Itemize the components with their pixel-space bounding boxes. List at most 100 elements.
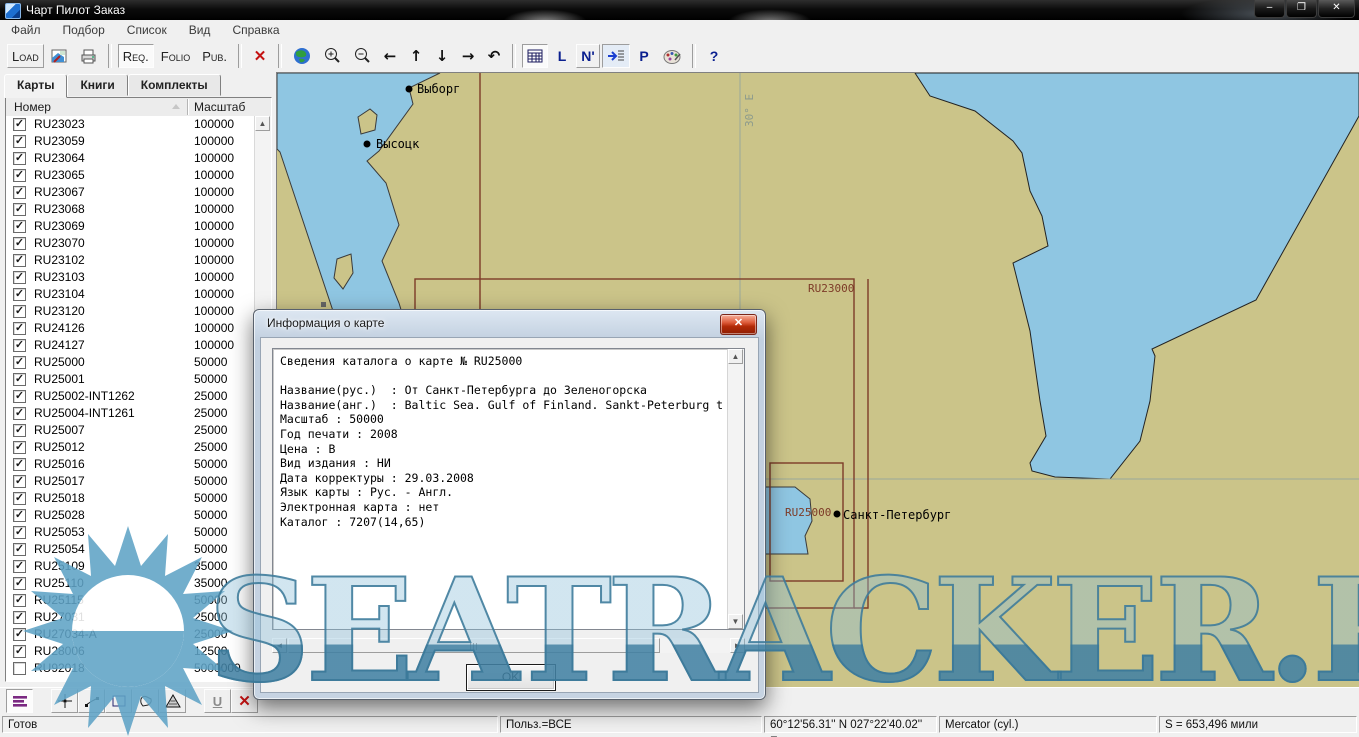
table-row[interactable]: ✓RU2800612500 — [6, 643, 255, 660]
clear-selection-button[interactable]: ✕ — [248, 44, 272, 68]
row-checkbox-checked[interactable]: ✓ — [13, 628, 26, 641]
table-row[interactable]: ✓RU2500150000 — [6, 371, 255, 388]
title-bar[interactable]: Чарт Пилот Заказ – ❐ ✕ — [0, 0, 1359, 20]
row-checkbox-checked[interactable]: ✓ — [13, 441, 26, 454]
table-row[interactable]: ✓RU2511550000 — [6, 592, 255, 609]
row-checkbox-checked[interactable]: ✓ — [13, 322, 26, 335]
row-checkbox-checked[interactable]: ✓ — [13, 543, 26, 556]
n-mode-button[interactable]: N' — [576, 44, 600, 68]
table-row[interactable]: ✓RU2500725000 — [6, 422, 255, 439]
tab-books[interactable]: Книги — [67, 74, 127, 96]
area-select-button[interactable] — [159, 689, 186, 713]
table-row[interactable]: ✓RU23059100000 — [6, 133, 255, 150]
row-checkbox-checked[interactable]: ✓ — [13, 356, 26, 369]
row-checkbox-checked[interactable]: ✓ — [13, 271, 26, 284]
table-row[interactable]: ✓RU2501750000 — [6, 473, 255, 490]
row-checkbox-checked[interactable]: ✓ — [13, 509, 26, 522]
undo-view-button[interactable]: ↶ — [482, 44, 506, 68]
grid-view-button[interactable] — [522, 44, 548, 68]
tab-sets[interactable]: Комплекты — [128, 74, 221, 96]
table-row[interactable]: ✓RU2500050000 — [6, 354, 255, 371]
folio-button[interactable]: Folio — [156, 44, 195, 68]
row-checkbox-checked[interactable]: ✓ — [13, 288, 26, 301]
hscroll-thumb[interactable] — [288, 638, 660, 653]
row-checkbox-checked[interactable]: ✓ — [13, 373, 26, 386]
world-view-button[interactable] — [288, 44, 316, 68]
table-row[interactable]: ✓RU23104100000 — [6, 286, 255, 303]
table-row[interactable]: ✓RU23069100000 — [6, 218, 255, 235]
row-checkbox-checked[interactable]: ✓ — [13, 220, 26, 233]
row-checkbox-unchecked[interactable] — [13, 662, 26, 675]
ok-button[interactable]: OK — [466, 664, 556, 691]
menu-list[interactable]: Список — [116, 23, 178, 37]
row-checkbox-checked[interactable]: ✓ — [13, 305, 26, 318]
p-mode-button[interactable]: P — [632, 44, 656, 68]
column-divider[interactable] — [187, 99, 188, 115]
dialog-close-button[interactable]: ✕ — [720, 314, 757, 335]
pub-button[interactable]: Pub. — [197, 44, 232, 68]
dialog-hscrollbar[interactable]: ◄ ► — [272, 638, 745, 653]
table-row[interactable]: ✓RU2502850000 — [6, 507, 255, 524]
table-row[interactable]: ✓RU24126100000 — [6, 320, 255, 337]
table-row[interactable]: ✓RU23067100000 — [6, 184, 255, 201]
row-checkbox-checked[interactable]: ✓ — [13, 118, 26, 131]
row-checkbox-checked[interactable]: ✓ — [13, 203, 26, 216]
column-scale[interactable]: Масштаб — [194, 100, 245, 114]
row-checkbox-checked[interactable]: ✓ — [13, 424, 26, 437]
table-header[interactable]: Номер Масштаб — [6, 98, 271, 117]
row-checkbox-checked[interactable]: ✓ — [13, 492, 26, 505]
close-button[interactable]: ✕ — [1318, 0, 1355, 18]
pan-right-button[interactable]: → — [456, 44, 480, 68]
open-chart-button[interactable] — [46, 44, 73, 68]
row-checkbox-checked[interactable]: ✓ — [13, 577, 26, 590]
palette-button[interactable] — [658, 44, 686, 68]
menu-view[interactable]: Вид — [178, 23, 222, 37]
table-row[interactable]: ✓RU25004-INT126125000 — [6, 405, 255, 422]
table-row[interactable]: ✓RU27034-A25000 — [6, 626, 255, 643]
row-checkbox-checked[interactable]: ✓ — [13, 390, 26, 403]
table-row[interactable]: RU920185000000 — [6, 660, 255, 677]
row-checkbox-checked[interactable]: ✓ — [13, 407, 26, 420]
layers-button[interactable] — [6, 689, 33, 713]
menu-selection[interactable]: Подбор — [52, 23, 116, 37]
table-row[interactable]: ✓RU25002-INT126225000 — [6, 388, 255, 405]
line-select-button[interactable] — [78, 689, 105, 713]
row-checkbox-checked[interactable]: ✓ — [13, 169, 26, 182]
menu-help[interactable]: Справка — [221, 23, 290, 37]
column-number[interactable]: Номер — [14, 100, 51, 114]
zoom-out-button[interactable] — [348, 44, 376, 68]
table-row[interactable]: ✓RU2510935000 — [6, 558, 255, 575]
row-checkbox-checked[interactable]: ✓ — [13, 458, 26, 471]
row-checkbox-checked[interactable]: ✓ — [13, 594, 26, 607]
table-row[interactable]: ✓RU2703125000 — [6, 609, 255, 626]
table-row[interactable]: ✓RU23064100000 — [6, 150, 255, 167]
pan-down-button[interactable]: ↓ — [430, 44, 454, 68]
underline-button[interactable]: U — [204, 689, 231, 713]
row-checkbox-checked[interactable]: ✓ — [13, 186, 26, 199]
scroll-up-icon[interactable]: ▲ — [728, 349, 743, 364]
scroll-left-icon[interactable]: ◄ — [272, 638, 287, 653]
help-button[interactable]: ? — [702, 44, 726, 68]
row-checkbox-checked[interactable]: ✓ — [13, 560, 26, 573]
table-row[interactable]: ✓RU23068100000 — [6, 201, 255, 218]
row-checkbox-checked[interactable]: ✓ — [13, 135, 26, 148]
scroll-down-icon[interactable]: ▼ — [728, 614, 743, 629]
table-row[interactable]: ✓RU23103100000 — [6, 269, 255, 286]
select-to-list-button[interactable] — [602, 44, 630, 68]
row-checkbox-checked[interactable]: ✓ — [13, 237, 26, 250]
table-row[interactable]: ✓RU23120100000 — [6, 303, 255, 320]
scroll-right-icon[interactable]: ► — [730, 638, 745, 653]
table-row[interactable]: ✓RU23102100000 — [6, 252, 255, 269]
row-checkbox-checked[interactable]: ✓ — [13, 339, 26, 352]
polygon-select-button[interactable] — [132, 689, 159, 713]
row-checkbox-checked[interactable]: ✓ — [13, 645, 26, 658]
pan-up-button[interactable]: ↑ — [404, 44, 428, 68]
l-mode-button[interactable]: L — [550, 44, 574, 68]
rect-select-button[interactable] — [105, 689, 132, 713]
row-checkbox-checked[interactable]: ✓ — [13, 475, 26, 488]
req-button[interactable]: Req. — [118, 44, 154, 68]
table-row[interactable]: ✓RU2505450000 — [6, 541, 255, 558]
table-row[interactable]: ✓RU23023100000 — [6, 116, 255, 133]
restore-button[interactable]: ❐ — [1286, 0, 1317, 18]
table-row[interactable]: ✓RU2511035000 — [6, 575, 255, 592]
